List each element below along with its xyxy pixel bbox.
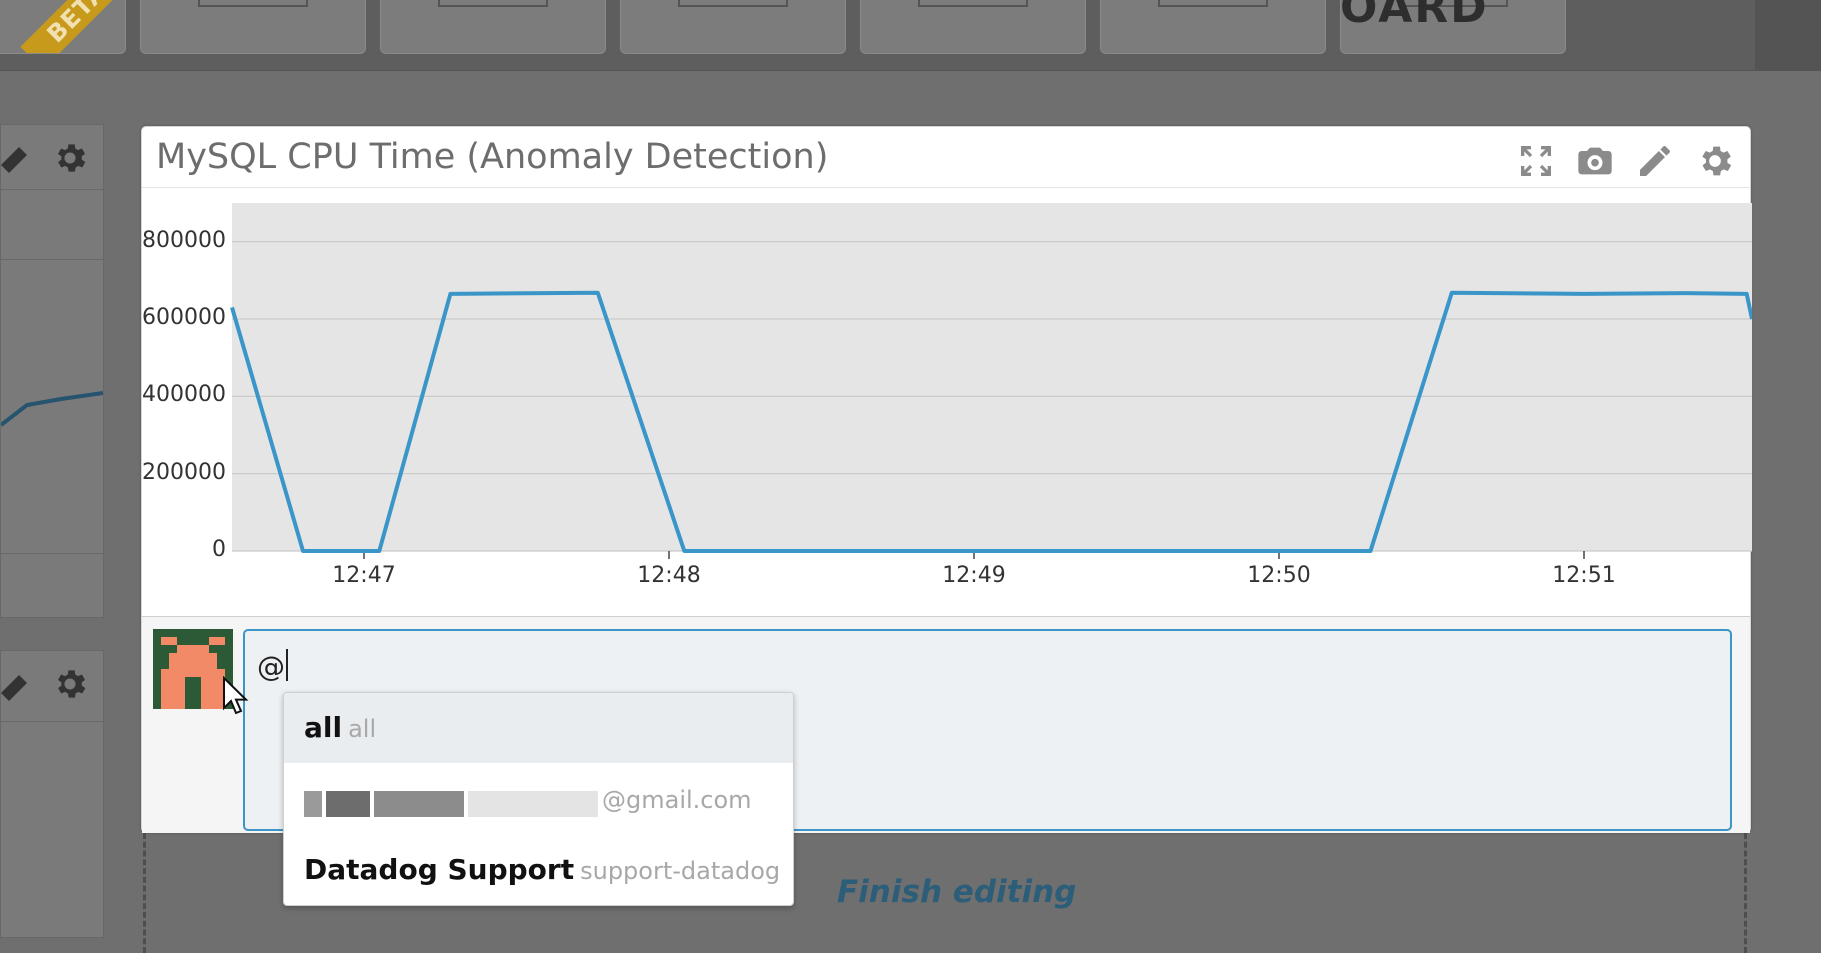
change-thumbnail-icon bbox=[918, 0, 1028, 7]
finish-editing-button[interactable]: Finish editing bbox=[837, 874, 1076, 910]
divider bbox=[1, 553, 103, 554]
widget-tray: BETA OARD bbox=[0, 0, 1821, 71]
redacted-name bbox=[304, 790, 602, 817]
y-tick-label: 800000 bbox=[142, 227, 226, 253]
x-tick-label: 12:51 bbox=[1552, 563, 1616, 588]
event-stream-thumbnail-icon bbox=[1158, 0, 1268, 7]
y-tick-label: 400000 bbox=[142, 382, 226, 408]
query-value-thumbnail-icon bbox=[438, 0, 548, 7]
series-line bbox=[230, 290, 1752, 553]
y-tick-label: 600000 bbox=[142, 305, 226, 330]
widget-tile-toplist[interactable] bbox=[620, 0, 846, 54]
text-caret bbox=[286, 649, 288, 681]
widget-tile-timeseries[interactable] bbox=[140, 0, 366, 54]
gear-icon[interactable] bbox=[51, 139, 89, 177]
x-tick-label: 12:50 bbox=[1247, 563, 1311, 588]
comment-text: @ bbox=[257, 650, 285, 683]
widget-tile-event-stream[interactable] bbox=[1100, 0, 1326, 54]
divider bbox=[1, 189, 103, 190]
x-tick-label: 12:47 bbox=[332, 563, 396, 588]
widget-tile-change[interactable] bbox=[860, 0, 1086, 54]
line-chart bbox=[230, 241, 1752, 559]
x-tick-label: 12:49 bbox=[942, 563, 1006, 588]
mouse-cursor-icon bbox=[223, 676, 249, 715]
toplist-thumbnail-icon bbox=[678, 0, 788, 7]
avatar bbox=[153, 629, 233, 709]
mention-handle: all bbox=[348, 715, 377, 743]
mention-option-datadog-support[interactable]: Datadog Support support-datadog bbox=[284, 835, 793, 905]
divider bbox=[1, 259, 103, 260]
sparkline bbox=[1, 391, 103, 427]
mention-handle: support-datadog bbox=[580, 857, 781, 885]
mention-handle: @gmail.com bbox=[602, 786, 752, 814]
dashboard-logo: OARD bbox=[1340, 0, 1489, 33]
divider bbox=[1, 721, 103, 722]
widget-tile-beta[interactable]: BETA bbox=[0, 0, 126, 54]
left-widget-partial bbox=[0, 124, 104, 618]
timeseries-thumbnail-icon bbox=[198, 0, 308, 7]
widget-tile-query-value[interactable] bbox=[380, 0, 606, 54]
gear-icon[interactable] bbox=[51, 665, 89, 703]
x-tick-label: 12:48 bbox=[637, 563, 701, 588]
mention-option-all[interactable]: all all bbox=[284, 693, 793, 763]
left-widget-partial-2 bbox=[0, 650, 104, 938]
pencil-icon[interactable] bbox=[1, 663, 41, 703]
y-tick-label: 200000 bbox=[142, 459, 226, 485]
mention-dropdown: all all @gmail.com Datadog Support support… bbox=[283, 692, 794, 906]
mention-name: Datadog Support bbox=[304, 853, 575, 886]
mention-option-user[interactable]: @gmail.com bbox=[284, 765, 793, 835]
y-tick-label: 0 bbox=[212, 537, 226, 562]
beta-ribbon: BETA bbox=[20, 0, 125, 53]
tray-scroll-strip bbox=[1755, 0, 1821, 70]
mention-name: all bbox=[304, 711, 343, 744]
